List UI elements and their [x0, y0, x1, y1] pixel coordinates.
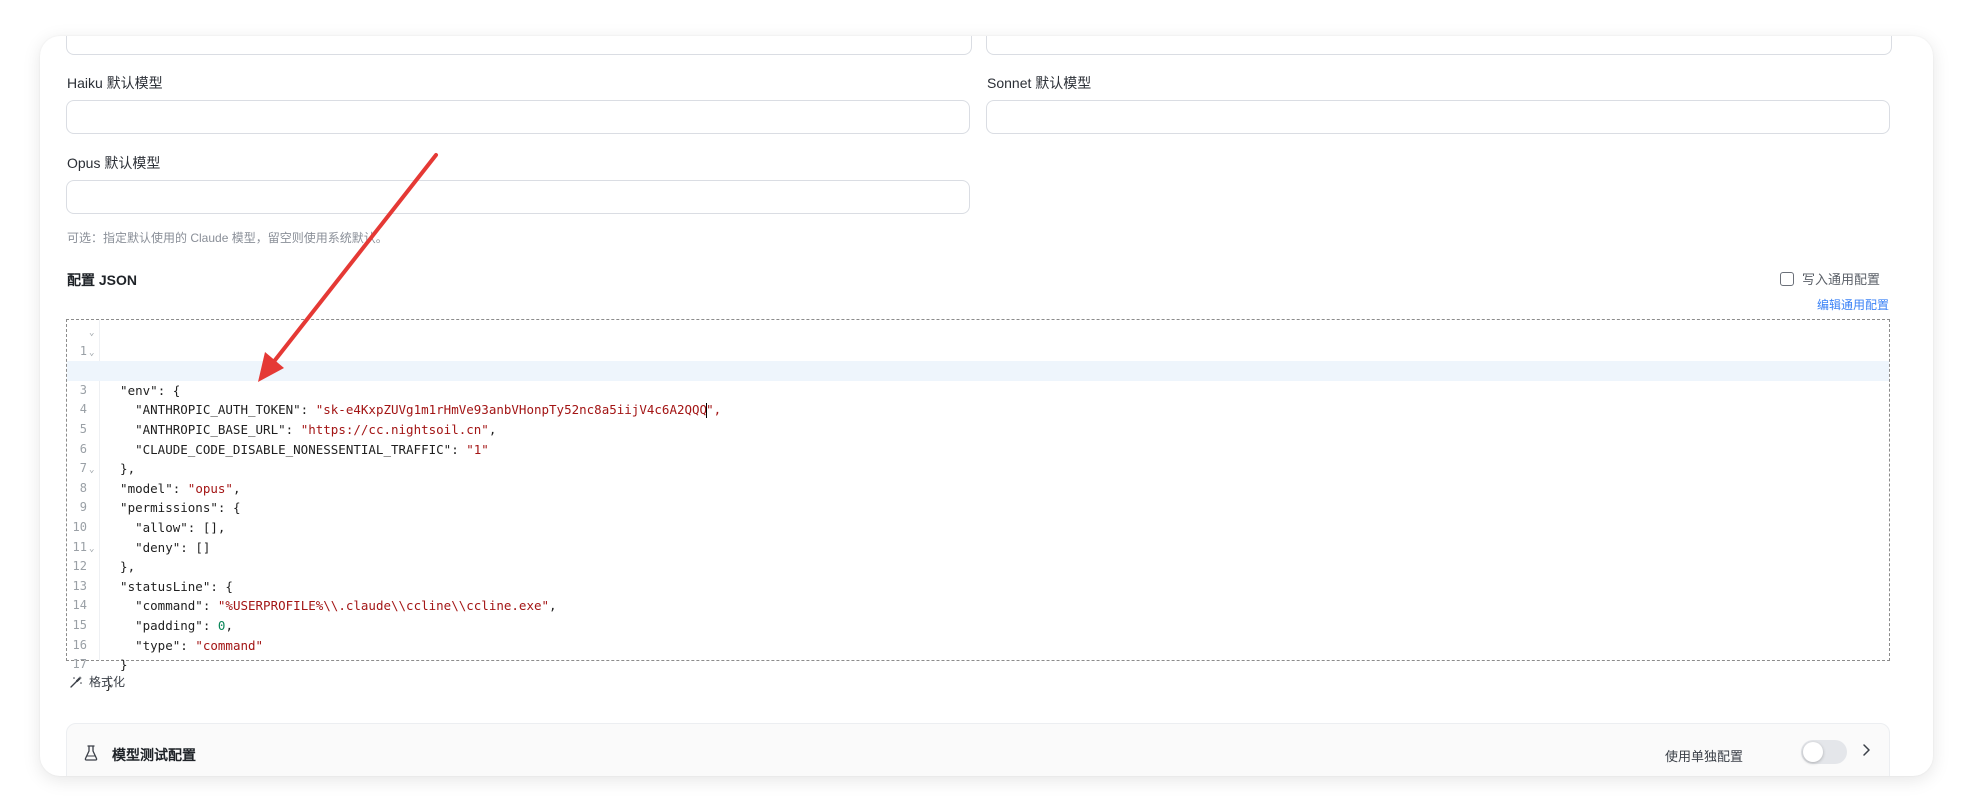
previous-input-right[interactable] — [986, 36, 1892, 55]
format-json-button[interactable]: 格式化 — [69, 673, 125, 690]
write-common-checkbox[interactable] — [1780, 271, 1794, 286]
format-button-label: 格式化 — [89, 675, 126, 689]
edit-common-config-link[interactable]: 编辑通用配置 — [1817, 296, 1889, 313]
code-line: 7 "model": "opus", — [79, 461, 241, 496]
flask-icon — [84, 745, 98, 761]
json-code-editor[interactable]: 1⌄ { 2⌄ "env": { 3 "ANTHROPIC_AUTH_TOKEN… — [66, 319, 1890, 692]
code-line: 13 "command": "%USERPROFILE%\\.claude\\c… — [72, 578, 557, 614]
code-line: 15 "type": "command" — [72, 617, 264, 653]
switch-knob — [1803, 742, 1823, 762]
sonnet-model-label: Sonnet 默认模型 — [987, 75, 1092, 91]
use-separate-config-switch[interactable] — [1801, 740, 1847, 764]
code-line: 11 }, — [72, 539, 136, 575]
default-model-hint: 可选：指定默认使用的 Claude 模型，留空则使用系统默认。 — [67, 231, 388, 245]
previous-input-left[interactable] — [66, 36, 972, 55]
sonnet-model-input[interactable] — [986, 100, 1890, 134]
haiku-model-label: Haiku 默认模型 — [67, 75, 163, 91]
code-line: 8 ⌄ "permissions": { — [67, 459, 1889, 515]
use-separate-config-label: 使用单独配置 — [1664, 749, 1743, 764]
chevron-right-icon[interactable] — [1861, 743, 1871, 757]
code-line: 12 ⌄ "statusLine": { — [67, 538, 1889, 594]
code-line-active: 3 "ANTHROPIC_AUTH_TOKEN": "sk-e4KxpZUVg1… — [67, 361, 1889, 419]
model-test-config-panel[interactable]: 模型测试配置 使用单独配置 — [66, 723, 1890, 776]
code-line: 14 "padding": 0, — [72, 598, 233, 633]
write-common-label: 写入通用配置 — [1802, 272, 1881, 287]
code-line: 16 } — [72, 637, 128, 673]
opus-model-input[interactable] — [66, 180, 970, 214]
code-line: 9 "allow": [], — [79, 500, 226, 535]
code-line: 6 }, — [79, 441, 136, 477]
write-common-config-toggle[interactable]: 写入通用配置 — [1780, 269, 1880, 288]
magic-wand-icon — [70, 675, 82, 688]
code-line: 17 } — [72, 657, 113, 692]
code-line: 10 "deny": [] — [72, 519, 211, 555]
config-json-title: 配置 JSON — [67, 272, 138, 288]
opus-model-label: Opus 默认模型 — [67, 155, 161, 171]
code-line: 1⌄ { — [67, 322, 1889, 378]
haiku-model-input[interactable] — [66, 100, 970, 134]
model-test-config-title: 模型测试配置 — [112, 747, 196, 763]
code-line: 4 "ANTHROPIC_BASE_URL": "https://cc.nigh… — [79, 402, 497, 437]
settings-card: Haiku 默认模型 Sonnet 默认模型 Opus 默认模型 可选：指定默认… — [40, 36, 1933, 776]
code-line: 5 "CLAUDE_CODE_DISABLE_NONESSENTIAL_TRAF… — [79, 421, 489, 457]
code-line: 2⌄ "env": { — [67, 342, 1889, 398]
